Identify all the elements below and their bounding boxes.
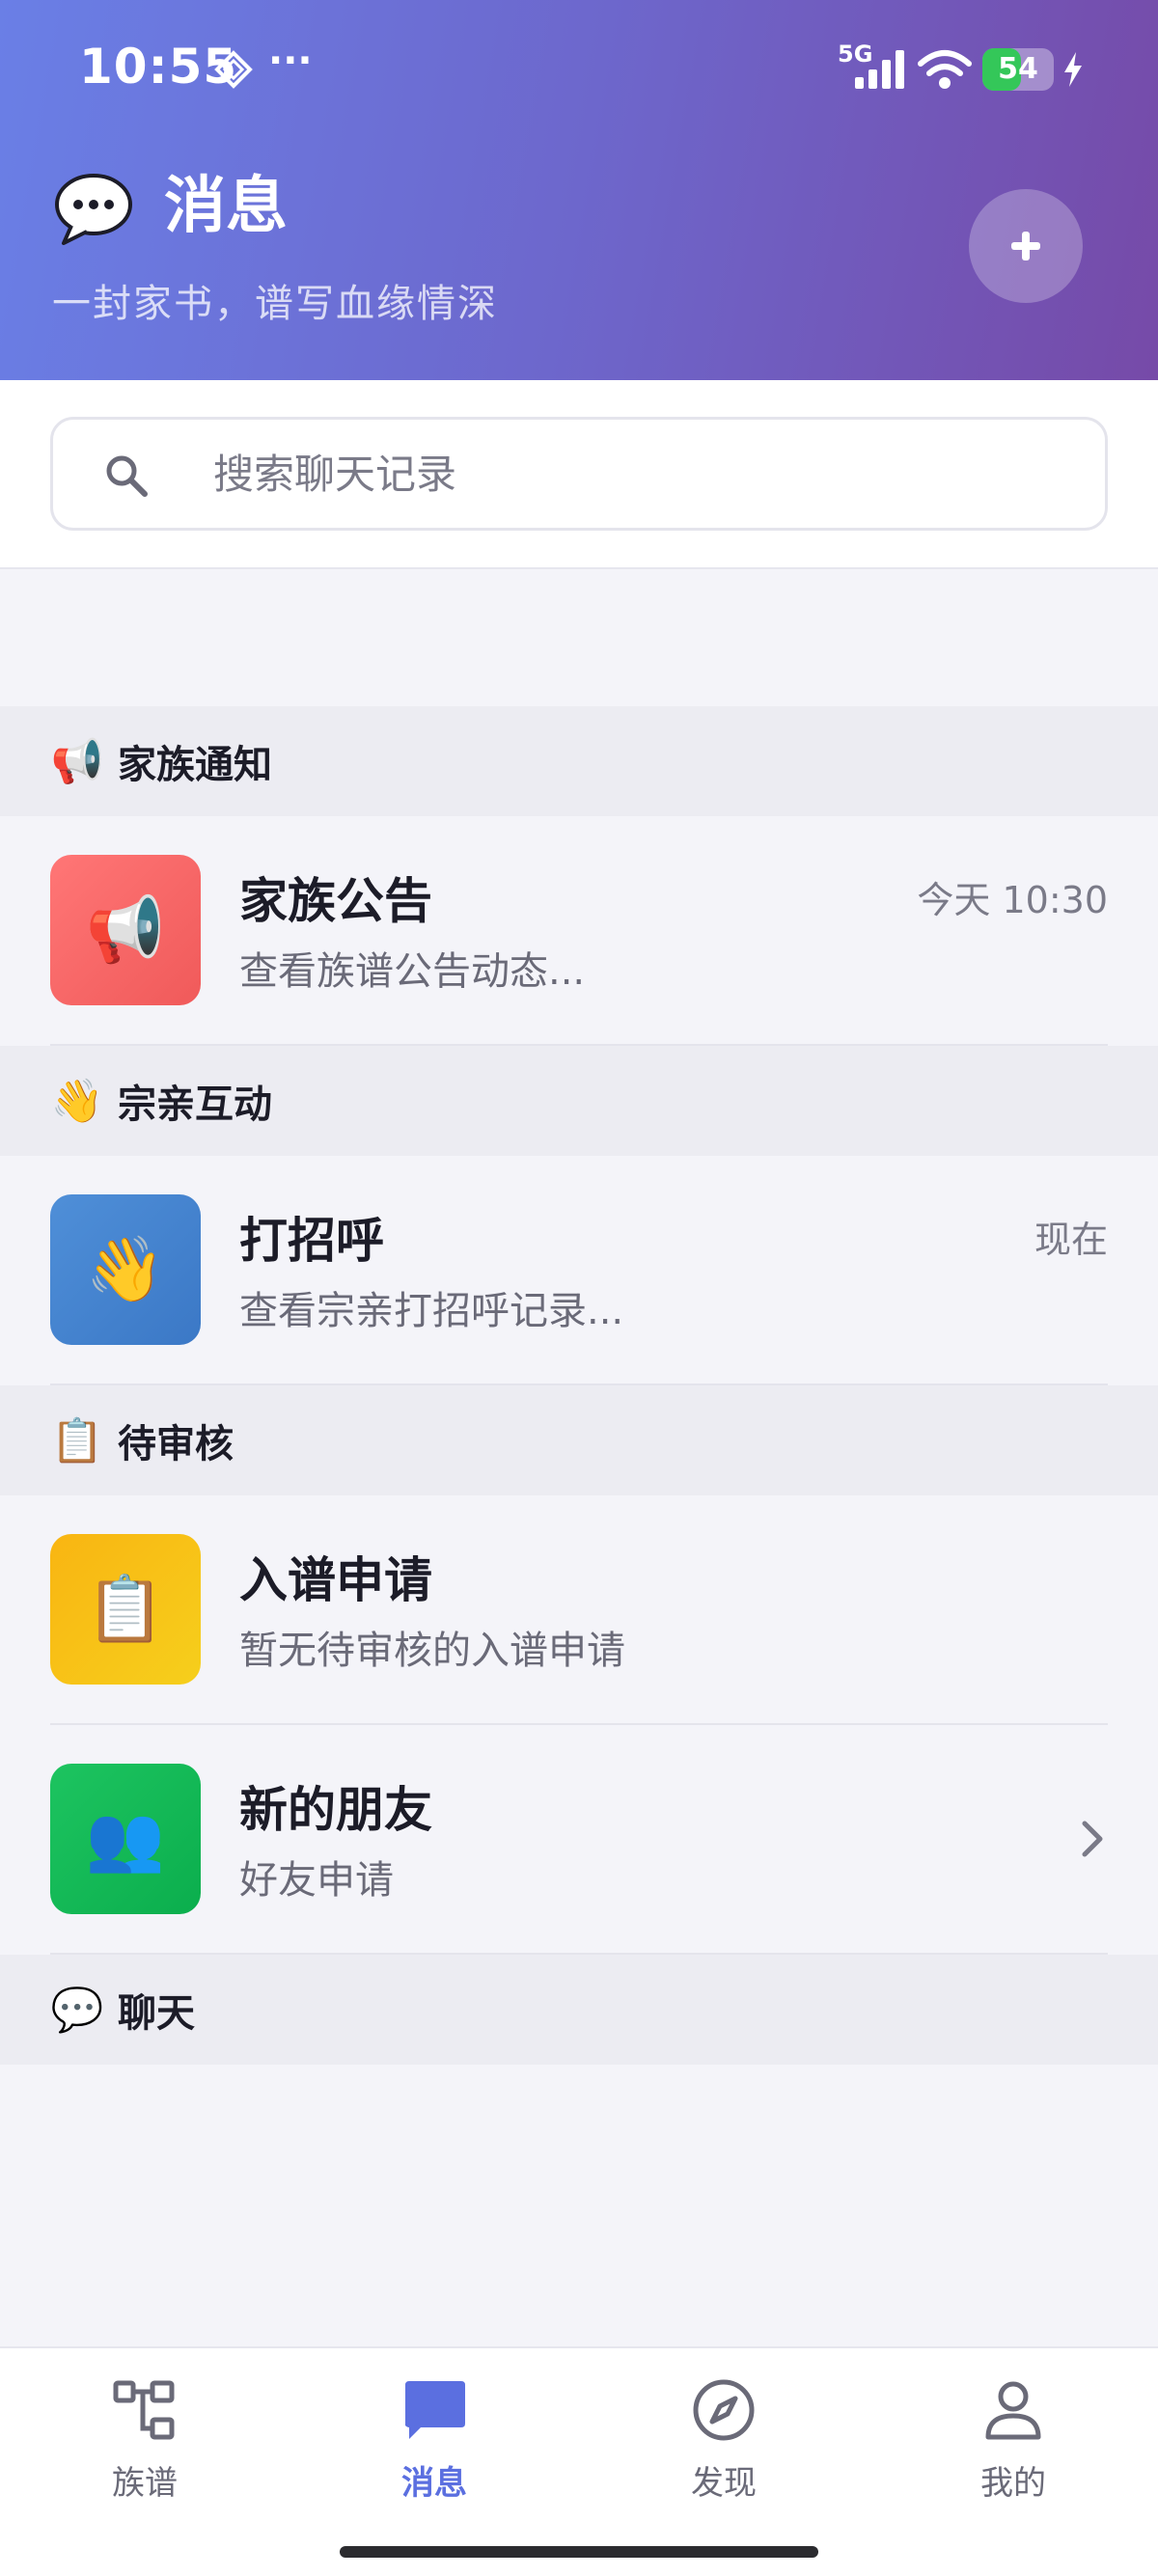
clipboard-icon: 📋 bbox=[50, 1416, 104, 1466]
person-icon bbox=[985, 2381, 1041, 2440]
chevron-right-icon bbox=[1082, 1821, 1103, 1857]
tab-label: 发现 bbox=[691, 2464, 757, 2503]
header: 10:55 ··· 5G 54 消息 一封家书，谱写血缘情深 bbox=[0, 0, 1158, 380]
section-family-notice: 📢 家族通知 bbox=[0, 706, 1158, 816]
section-clan-interaction: 👋 宗亲互动 bbox=[0, 1046, 1158, 1156]
list-item-new-friends[interactable]: 👥 新的朋友 好友申请 bbox=[0, 1725, 1158, 1955]
family-tree-icon bbox=[113, 2380, 175, 2440]
item-title: 入谱申请 bbox=[239, 1552, 432, 1608]
search-input[interactable] bbox=[213, 420, 1062, 528]
wifi-icon bbox=[918, 50, 972, 89]
tab-messages[interactable]: 消息 bbox=[290, 2348, 579, 2522]
section-title: 宗亲互动 bbox=[118, 1082, 272, 1127]
people-icon: 👥 bbox=[50, 1764, 201, 1914]
search-section bbox=[0, 380, 1158, 569]
speech-bubble-icon: 💬 bbox=[50, 1986, 104, 2035]
item-time: 现在 bbox=[1034, 1219, 1108, 1261]
item-subtitle: 查看宗亲打招呼记录... bbox=[239, 1289, 624, 1333]
tab-label: 我的 bbox=[980, 2464, 1046, 2503]
item-title: 家族公告 bbox=[239, 873, 432, 929]
charging-bolt-icon bbox=[1064, 52, 1082, 87]
app-diamond-icon bbox=[214, 50, 253, 89]
megaphone-icon: 📢 bbox=[50, 855, 201, 1005]
tab-label: 消息 bbox=[401, 2464, 467, 2503]
cellular-signal-icon bbox=[855, 50, 904, 89]
speech-bubble-icon bbox=[55, 174, 132, 245]
megaphone-icon: 📢 bbox=[50, 737, 104, 786]
status-bar: 10:55 ··· 5G 54 bbox=[0, 0, 1158, 135]
item-subtitle: 好友申请 bbox=[239, 1858, 394, 1903]
add-button[interactable] bbox=[969, 189, 1083, 303]
compass-icon bbox=[693, 2379, 755, 2441]
battery-indicator: 54 bbox=[982, 48, 1054, 91]
tab-genealogy[interactable]: 族谱 bbox=[0, 2348, 290, 2522]
tab-discover[interactable]: 发现 bbox=[579, 2348, 868, 2522]
page-title: 消息 bbox=[164, 171, 288, 242]
item-title: 打招呼 bbox=[239, 1213, 384, 1269]
home-indicator[interactable] bbox=[340, 2546, 818, 2558]
battery-percent: 54 bbox=[998, 52, 1038, 86]
plus-icon bbox=[1011, 232, 1040, 260]
messages-screen: 10:55 ··· 5G 54 消息 一封家书，谱写血缘情深 搜索聊天记录 📢 … bbox=[0, 0, 1158, 2576]
item-subtitle: 查看族谱公告动态... bbox=[239, 949, 586, 994]
item-time: 今天 10:30 bbox=[917, 879, 1108, 921]
item-title: 新的朋友 bbox=[239, 1782, 432, 1838]
section-title: 待审核 bbox=[118, 1422, 234, 1466]
section-chat: 💬 聊天 bbox=[0, 1955, 1158, 2065]
status-more-dots: ··· bbox=[268, 39, 313, 83]
list-item-genealogy-application[interactable]: 📋 入谱申请 暂无待审核的入谱申请 bbox=[0, 1495, 1158, 1725]
waving-hand-icon: 👋 bbox=[50, 1194, 201, 1345]
search-box[interactable] bbox=[50, 417, 1108, 531]
list-item-announcement[interactable]: 📢 家族公告 查看族谱公告动态... 今天 10:30 bbox=[0, 816, 1158, 1046]
chat-bubble-icon bbox=[405, 2381, 465, 2439]
section-pending-review: 📋 待审核 bbox=[0, 1385, 1158, 1495]
section-title: 聊天 bbox=[118, 1991, 195, 2036]
tab-profile[interactable]: 我的 bbox=[868, 2348, 1158, 2522]
clipboard-icon: 📋 bbox=[50, 1534, 201, 1685]
tab-label: 族谱 bbox=[112, 2464, 178, 2503]
list-item-greeting[interactable]: 👋 打招呼 查看宗亲打招呼记录... 现在 bbox=[0, 1156, 1158, 1385]
item-subtitle: 暂无待审核的入谱申请 bbox=[239, 1629, 625, 1673]
waving-hand-icon: 👋 bbox=[50, 1077, 104, 1126]
tab-bar: 族谱 消息 发现 我的 bbox=[0, 2346, 1158, 2576]
search-icon bbox=[106, 455, 148, 497]
section-title: 家族通知 bbox=[118, 743, 272, 787]
page-subtitle: 一封家书，谱写血缘情深 bbox=[52, 282, 498, 326]
